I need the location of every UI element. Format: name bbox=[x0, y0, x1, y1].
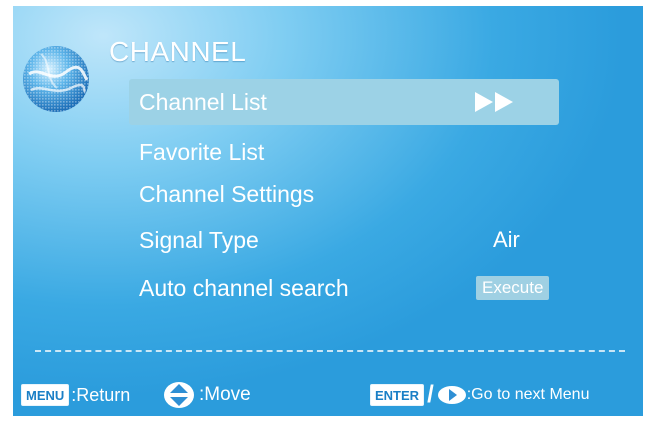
next-menu-label: :Go to next Menu bbox=[466, 386, 590, 403]
execute-button[interactable]: Execute bbox=[476, 276, 550, 300]
menu-item-label: Signal Type bbox=[139, 227, 259, 253]
move-label: :Move bbox=[199, 384, 251, 405]
globe-icon bbox=[23, 46, 89, 112]
tv-menu-screen: CHANNEL Channel List Favorite List Chann… bbox=[13, 6, 643, 416]
menu-item-label: Auto channel search bbox=[139, 275, 349, 301]
page-title: CHANNEL bbox=[109, 36, 247, 67]
enter-key[interactable]: ENTER bbox=[370, 384, 425, 406]
menu-item-channel-list[interactable]: Channel List bbox=[129, 79, 559, 125]
up-down-arrows-icon[interactable] bbox=[163, 381, 195, 409]
footer-next-hint: ENTER / :Go to next Menu bbox=[370, 381, 590, 408]
menu-item-label: Channel Settings bbox=[139, 181, 315, 207]
right-arrow-icon[interactable] bbox=[437, 385, 467, 405]
return-label: :Return bbox=[71, 384, 131, 405]
footer-return-hint: MENU :Return bbox=[21, 382, 130, 408]
separator: / bbox=[427, 381, 434, 408]
menu-item-label: Channel List bbox=[139, 89, 267, 115]
menu-item-favorite-list[interactable]: Favorite List bbox=[129, 129, 559, 175]
menu-item-signal-type[interactable]: Signal Type Air bbox=[129, 217, 559, 263]
menu-item-label: Favorite List bbox=[139, 139, 265, 165]
footer-move-hint: :Move bbox=[163, 382, 251, 408]
menu-key[interactable]: MENU bbox=[21, 384, 70, 406]
divider bbox=[35, 350, 625, 352]
signal-type-value: Air bbox=[493, 227, 520, 252]
fast-forward-icon bbox=[475, 92, 513, 112]
menu-item-auto-channel-search[interactable]: Auto channel search Execute bbox=[129, 265, 559, 311]
menu-item-channel-settings[interactable]: Channel Settings bbox=[129, 171, 559, 217]
